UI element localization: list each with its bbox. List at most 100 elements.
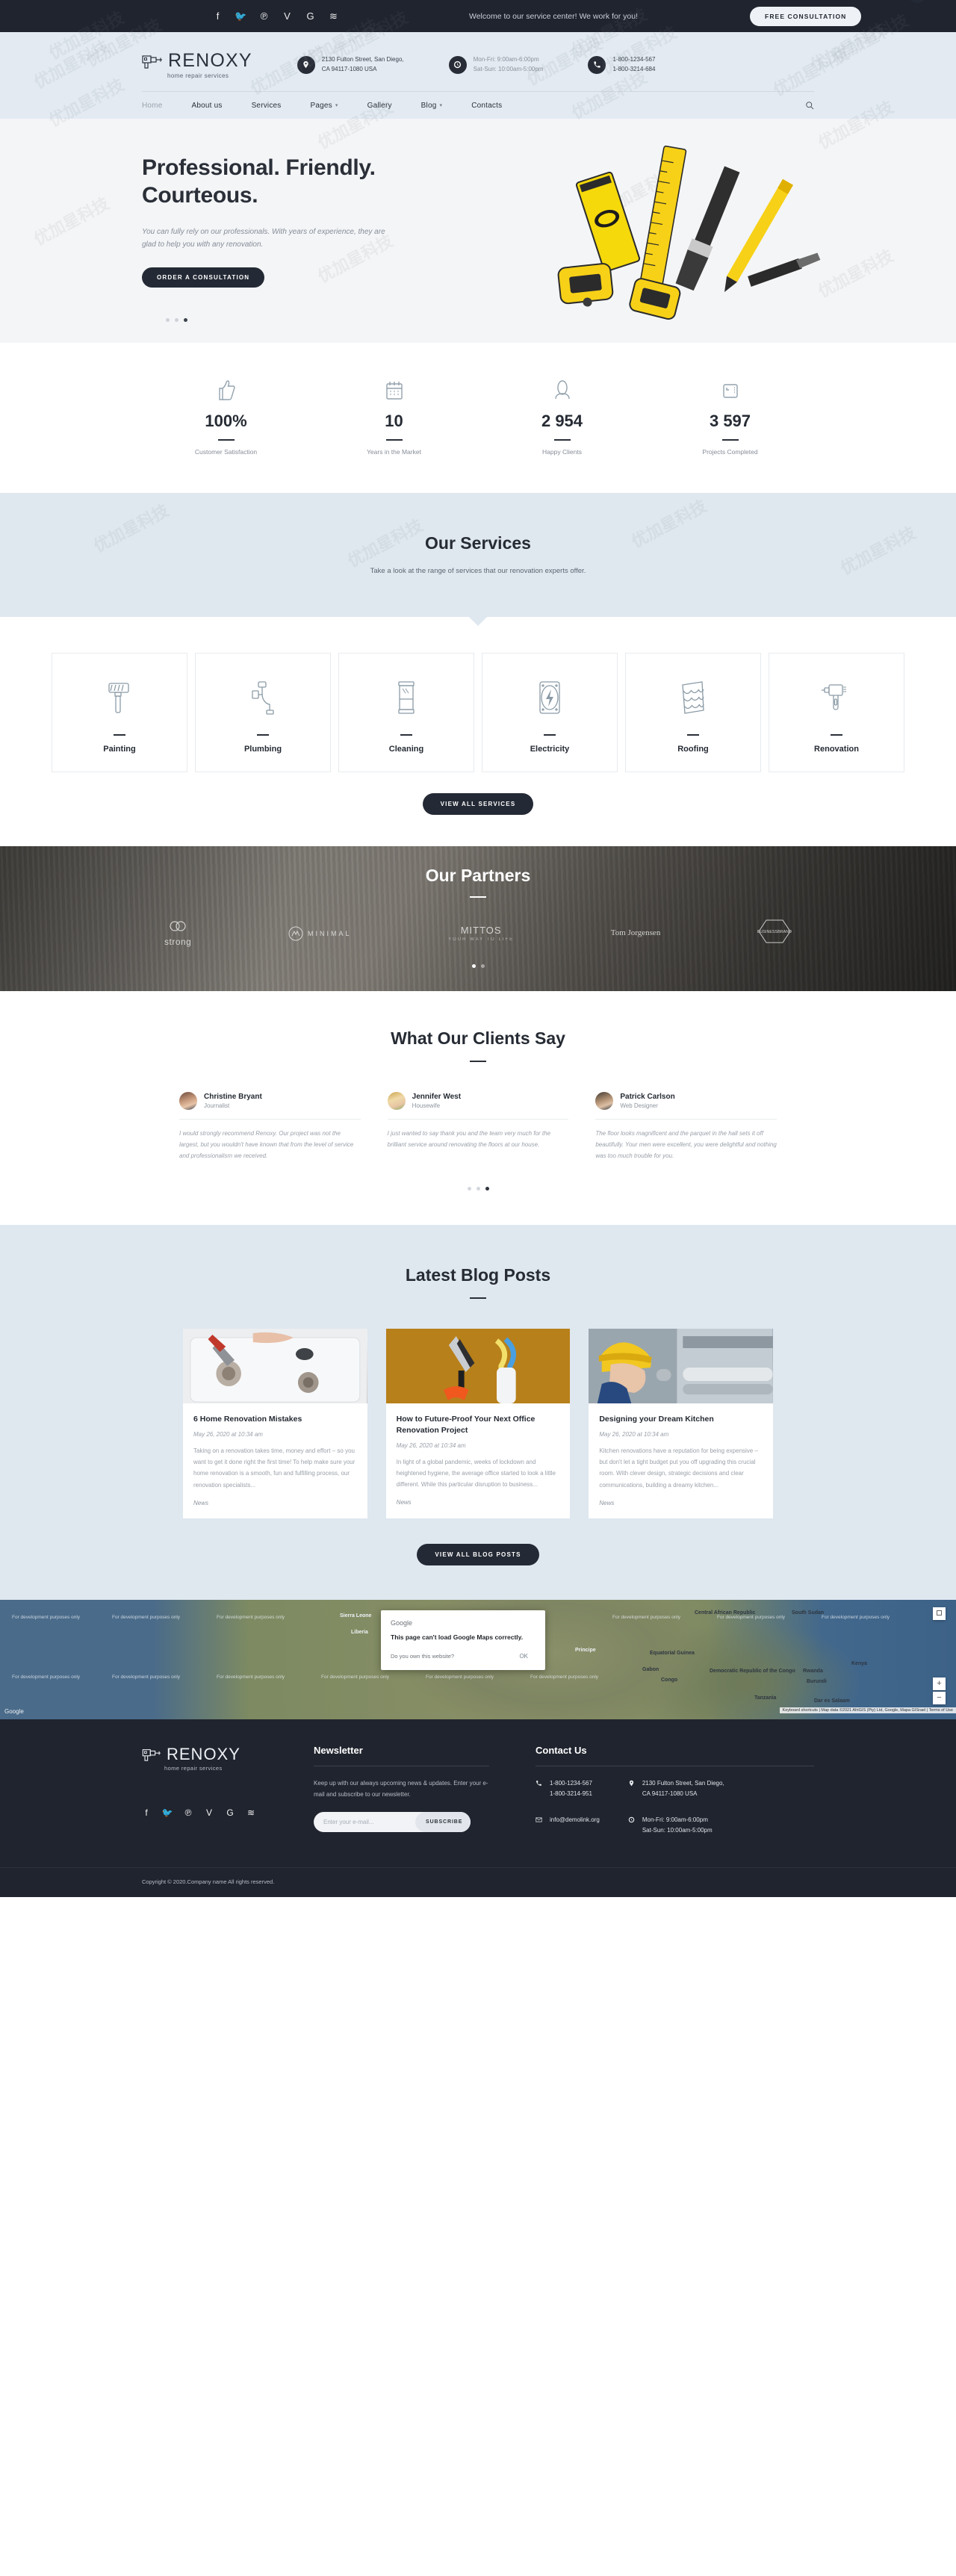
drill-icon <box>820 671 853 719</box>
map-watermark-label: For development purposes only <box>217 1674 285 1680</box>
nav-item-about-us[interactable]: About us <box>191 102 222 110</box>
contact-map[interactable]: For development purposes only For develop… <box>0 1599 956 1719</box>
stat-value: 100% <box>205 412 247 430</box>
post-category[interactable]: News <box>599 1500 763 1506</box>
post-date: May 26, 2020 at 10:34 am <box>599 1431 669 1438</box>
pinterest-icon[interactable]: ℗ <box>259 11 269 21</box>
stat-value: 2 954 <box>541 412 583 430</box>
service-card-painting[interactable]: Painting <box>52 653 187 772</box>
map-place-label: Democratic Republic of the Congo <box>710 1668 795 1674</box>
strong-logo[interactable]: strong <box>164 919 191 947</box>
blog-post-card[interactable]: 6 Home Renovation Mistakes May 26, 2020 … <box>183 1329 367 1518</box>
service-card-plumbing[interactable]: Plumbing <box>195 653 331 772</box>
post-image-wire-cutters <box>385 1329 571 1404</box>
service-card-roofing[interactable]: Roofing <box>625 653 761 772</box>
vimeo-icon[interactable]: V <box>205 1807 214 1818</box>
footer-phone1[interactable]: 1-800-1234-567 <box>550 1778 592 1789</box>
footer-phone2[interactable]: 1-800-3214-951 <box>550 1789 592 1799</box>
map-place-label: Dar es Salaam <box>814 1698 850 1704</box>
footer-address2: CA 94117-1080 USA <box>642 1790 698 1798</box>
post-title: How to Future-Proof Your Next Office Ren… <box>396 1415 536 1436</box>
mittos-logo[interactable]: MITTOS YOUR WAY TO LIFE <box>448 925 514 942</box>
phone-icon <box>588 55 606 74</box>
avatar <box>595 1092 614 1110</box>
service-card-renovation[interactable]: Renovation <box>769 653 904 772</box>
twitter-icon[interactable]: 🐦 <box>235 11 246 21</box>
subscribe-button[interactable]: SUBSCRIBE <box>415 1812 471 1833</box>
google-brand-label: Google <box>391 1618 413 1627</box>
services-grid: Painting Plumbing Cleaning Electricity R… <box>0 617 956 772</box>
zoom-in-button[interactable]: + <box>933 1677 946 1690</box>
divider <box>721 439 739 441</box>
view-all-services-button[interactable]: VIEW ALL SERVICES <box>422 793 534 815</box>
partner-name: strong <box>164 937 192 947</box>
google-plus-icon[interactable]: G <box>226 1807 235 1818</box>
pinterest-icon[interactable]: ℗ <box>184 1807 193 1818</box>
blog-section: 优加星科技 优加星科技 优加星科技 优加星科技 Latest Blog Post… <box>0 7 956 1600</box>
nav-item-gallery[interactable]: Gallery <box>367 102 392 110</box>
partners-dot-2[interactable] <box>480 964 485 968</box>
header-address-block: 2130 Fulton Street, San Diego, CA 94117-… <box>297 55 404 74</box>
order-consultation-button[interactable]: ORDER A CONSULTATION <box>142 267 265 288</box>
welcome-message: Welcome to our service center! We work f… <box>469 11 639 21</box>
header-hours-line1: Mon-Fri: 9:00am-6:00pm <box>473 56 539 63</box>
post-category[interactable]: News <box>193 1500 357 1506</box>
hero-dot-1[interactable] <box>166 318 170 322</box>
hero-dot-2[interactable] <box>175 318 179 322</box>
newsletter-email-input[interactable] <box>314 1819 415 1826</box>
post-category[interactable]: News <box>397 1499 560 1506</box>
map-place-label: Gabon <box>642 1666 659 1672</box>
testimonial-role: Journalist <box>204 1102 230 1109</box>
header-address-line1: 2130 Fulton Street, San Diego, <box>321 56 404 63</box>
zoom-out-button[interactable]: − <box>933 1691 946 1704</box>
testimonial-card: Christine Bryant Journalist I would stro… <box>179 1092 361 1161</box>
footer-social-links: f 🐦 ℗ V G ≋ <box>142 1807 314 1818</box>
twitter-icon[interactable]: 🐦 <box>162 1807 173 1818</box>
view-all-blog-posts-button[interactable]: VIEW ALL BLOG POSTS <box>417 1543 539 1565</box>
fullscreen-icon[interactable] <box>933 1607 946 1620</box>
service-name: Roofing <box>677 745 709 754</box>
footer-email[interactable]: info@demolink.org <box>550 1815 600 1825</box>
nav-item-blog[interactable]: Blog ▾ <box>421 102 443 110</box>
facebook-icon[interactable]: f <box>142 1807 151 1818</box>
facebook-icon[interactable]: f <box>213 11 223 21</box>
ok-button[interactable]: OK <box>512 1650 536 1663</box>
site-logo[interactable]: RENOXY home repair services <box>142 50 252 79</box>
service-card-electricity[interactable]: Electricity <box>482 653 618 772</box>
testimonials-dot-3[interactable] <box>485 1187 489 1191</box>
blog-post-card[interactable]: Designing your Dream Kitchen May 26, 202… <box>589 1329 774 1518</box>
nav-item-pages[interactable]: Pages ▾ <box>311 102 338 110</box>
testimonial-author: Jennifer West <box>412 1093 462 1101</box>
hero-slider-dots <box>166 318 187 322</box>
divider <box>257 734 269 736</box>
partner-logos: strong MINIMAL MITTOS YOUR WAY TO LIFE T… <box>142 919 814 948</box>
service-card-cleaning[interactable]: Cleaning <box>338 653 474 772</box>
blog-post-card[interactable]: How to Future-Proof Your Next Office Ren… <box>385 1329 571 1518</box>
nav-item-contacts[interactable]: Contacts <box>471 102 502 110</box>
rss-icon[interactable]: ≋ <box>329 11 338 21</box>
divider <box>687 734 699 736</box>
contact-heading: Contact Us <box>536 1744 587 1756</box>
hero-dot-3[interactable] <box>184 318 187 322</box>
header-hours-block: Mon-Fri: 9:00am-6:00pm Sat-Sun: 10:00am-… <box>448 55 543 74</box>
minimal-logo[interactable]: MINIMAL <box>288 926 352 941</box>
testimonial-role: Housewife <box>412 1102 441 1109</box>
tom-jorgensen-logo[interactable]: Tom Jorgensen <box>611 928 661 939</box>
post-image-stove-repair <box>183 1329 367 1404</box>
testimonials-dot-1[interactable] <box>467 1187 471 1191</box>
vimeo-icon[interactable]: V <box>282 11 292 21</box>
nav-item-home[interactable]: Home <box>142 102 162 110</box>
drill-logo-icon <box>142 1748 161 1761</box>
bolt-icon <box>533 671 566 719</box>
service-name: Plumbing <box>243 745 282 754</box>
google-plus-icon[interactable]: G <box>305 11 315 21</box>
free-consultation-button[interactable]: FREE CONSULTATION <box>750 6 862 26</box>
contact-column: Contact Us 1-800-1234-567 1-800-3214-951 <box>489 1745 814 1837</box>
businessbrand-logo[interactable]: BUSINESSBRAND <box>757 919 792 948</box>
drill-logo-icon <box>142 55 162 69</box>
search-icon[interactable] <box>805 101 814 110</box>
testimonials-dot-2[interactable] <box>476 1187 480 1191</box>
partners-dot-1[interactable] <box>471 964 476 968</box>
rss-icon[interactable]: ≋ <box>246 1807 255 1818</box>
nav-item-services[interactable]: Services <box>252 102 282 110</box>
